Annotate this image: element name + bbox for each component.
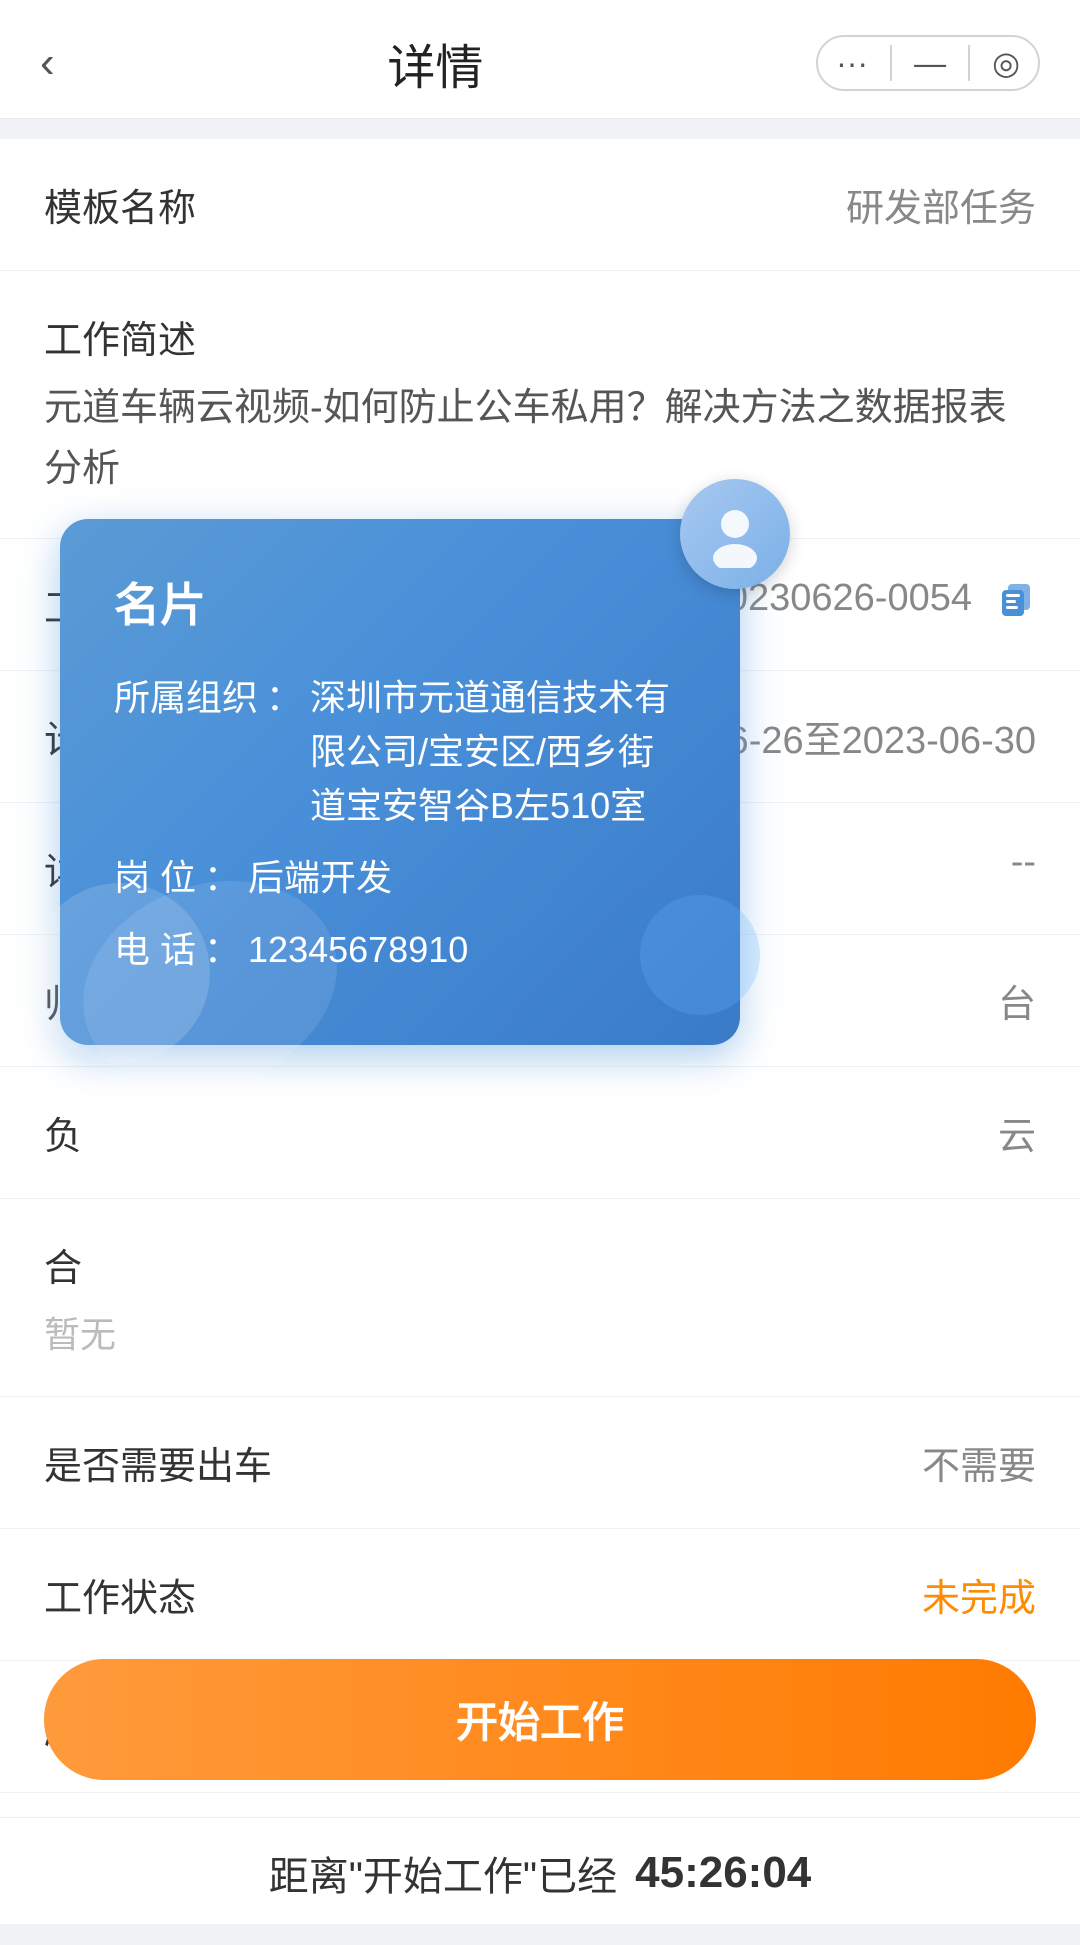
cooperate-no-data: 暂无 xyxy=(44,1306,116,1358)
work-status-value: 未完成 xyxy=(922,1567,1036,1622)
card-position-value: 后端开发 xyxy=(248,851,686,905)
card-org-value: 深圳市元道通信技术有限公司/宝安区/西乡街道宝安智谷B左510室 xyxy=(310,671,686,833)
back-button[interactable]: ‹ xyxy=(40,38,55,88)
card-org-colon: ： xyxy=(266,671,302,725)
business-card-popup: 名片 所属组织 ： 深圳市元道通信技术有限公司/宝安区/西乡街道宝安智谷B左51… xyxy=(60,519,1080,1045)
cooperate-row: 合 暂无 xyxy=(0,1199,1080,1397)
description-row: 工作简述 元道车辆云视频-如何防止公车私用？解决方法之数据报表分析 xyxy=(0,271,1080,539)
responsible-label: 负 xyxy=(44,1105,82,1160)
timer-countdown: 45:26:04 xyxy=(635,1848,811,1898)
header: ‹ 详情 ··· — ◎ xyxy=(0,0,1080,119)
work-status-label: 工作状态 xyxy=(44,1567,196,1622)
start-work-button[interactable]: 开始工作 xyxy=(44,1659,1036,1780)
template-label: 模板名称 xyxy=(44,177,196,232)
description-label: 工作简述 xyxy=(44,309,196,364)
detail-content: 模板名称 研发部任务 工作简述 元道车辆云视频-如何防止公车私用？解决方法之数据… xyxy=(0,139,1080,1925)
card-title: 名片 xyxy=(114,569,686,635)
more-button[interactable]: ··· xyxy=(836,47,868,79)
responsible-value: 云 xyxy=(998,1105,1036,1160)
avatar-bubble xyxy=(680,479,790,589)
card-org-row: 所属组织 ： 深圳市元道通信技术有限公司/宝安区/西乡街道宝安智谷B左510室 xyxy=(114,671,686,833)
action-bar: 开始工作 xyxy=(0,1659,1080,1800)
divider2 xyxy=(968,45,970,81)
minimize-button[interactable]: — xyxy=(914,47,946,79)
card-org-label: 所属组织 xyxy=(114,671,258,725)
needs-car-value: 不需要 xyxy=(922,1435,1036,1490)
timer-prefix: 距离"开始工作"已经 xyxy=(269,1844,617,1902)
target-button[interactable]: ◎ xyxy=(992,47,1020,79)
template-row: 模板名称 研发部任务 xyxy=(0,139,1080,271)
template-value: 研发部任务 xyxy=(846,177,1036,232)
page-title: 详情 xyxy=(387,28,483,98)
cooperate-label: 合 xyxy=(44,1237,82,1292)
description-value: 元道车辆云视频-如何防止公车私用？解决方法之数据报表分析 xyxy=(44,378,1036,500)
needs-car-row: 是否需要出车 不需要 xyxy=(0,1397,1080,1529)
needs-car-label: 是否需要出车 xyxy=(44,1435,272,1490)
timer-text: 距离"开始工作"已经 45:26:04 xyxy=(269,1844,812,1902)
header-actions: ··· — ◎ xyxy=(816,35,1040,91)
divider xyxy=(890,45,892,81)
avatar-icon xyxy=(701,500,769,568)
timer-bar: 距离"开始工作"已经 45:26:04 xyxy=(0,1817,1080,1920)
business-card: 名片 所属组织 ： 深圳市元道通信技术有限公司/宝安区/西乡街道宝安智谷B左51… xyxy=(60,519,740,1045)
work-status-row: 工作状态 未完成 xyxy=(0,1529,1080,1661)
